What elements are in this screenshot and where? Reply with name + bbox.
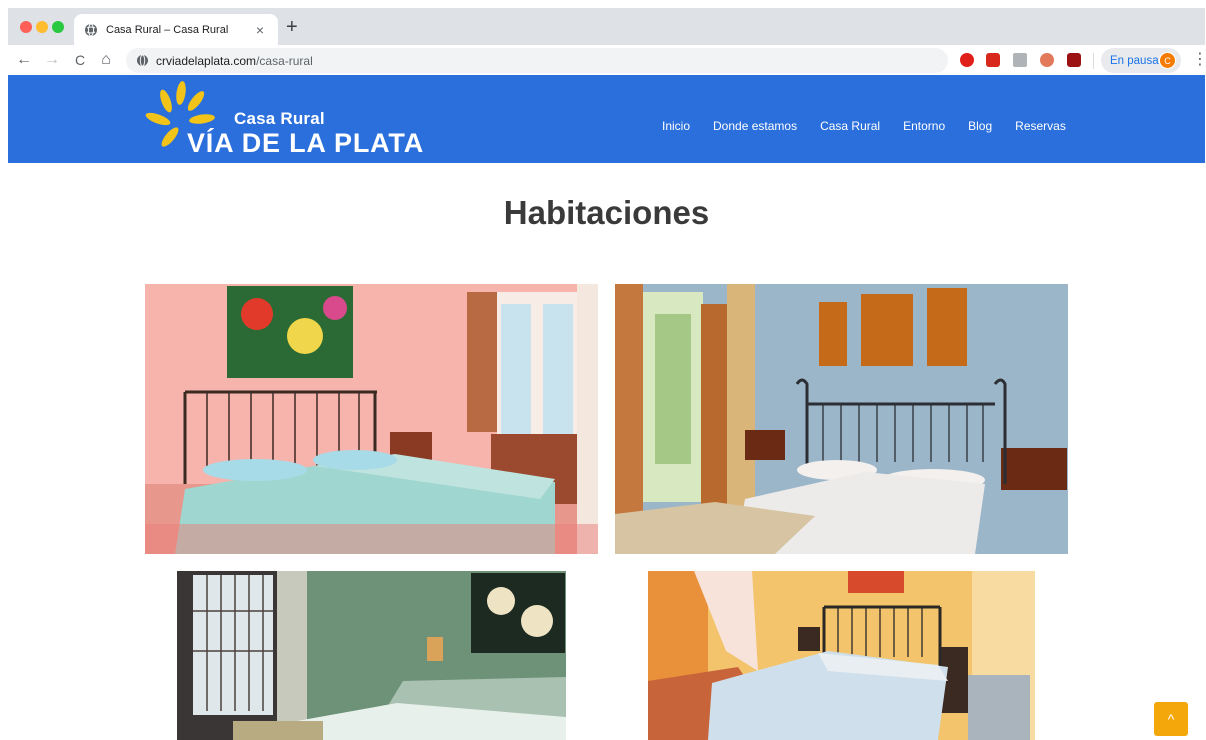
chevron-up-icon: ^ [1167, 711, 1175, 727]
room-photo-3[interactable] [177, 571, 566, 740]
scroll-to-top-button[interactable]: ^ [1154, 702, 1188, 736]
tab-title: Casa Rural – Casa Rural [106, 23, 229, 36]
site-nav: Inicio Donde estamos Casa Rural Entorno … [662, 119, 1066, 133]
browser-toolbar: ← → C ⌂ crviadelaplata.com/casa-rural En… [8, 45, 1205, 75]
url-path: /casa-rural [256, 53, 313, 68]
nav-entorno[interactable]: Entorno [903, 119, 945, 133]
bedroom-blue-image [615, 284, 1068, 554]
nav-donde-estamos[interactable]: Donde estamos [713, 119, 797, 133]
avatar: C [1159, 52, 1176, 69]
nav-blog[interactable]: Blog [968, 119, 992, 133]
nav-reservas[interactable]: Reservas [1015, 119, 1066, 133]
nav-inicio[interactable]: Inicio [662, 119, 690, 133]
nav-casa-rural[interactable]: Casa Rural [820, 119, 880, 133]
url-host: crviadelaplata.com [156, 53, 257, 68]
browser-menu-button[interactable]: ⋮ [1192, 51, 1205, 69]
logo-text-big: VÍA DE LA PLATA [187, 128, 424, 158]
tab-strip: Casa Rural – Casa Rural × + [8, 8, 1205, 45]
tab-close-button[interactable]: × [252, 22, 268, 38]
bedroom-yellow-image [648, 571, 1035, 740]
ublock-extension-icon[interactable] [1067, 53, 1081, 67]
maximize-window-button[interactable] [52, 21, 64, 33]
page-title: Habitaciones [503, 194, 710, 231]
opera-extension-icon[interactable] [960, 53, 974, 67]
home-button[interactable]: ⌂ [96, 49, 116, 71]
site-logo[interactable]: Casa Rural VÍA DE LA PLATA [144, 81, 423, 159]
close-window-button[interactable] [20, 21, 32, 33]
back-button[interactable]: ← [14, 49, 34, 71]
instagram-extension-icon[interactable] [1040, 53, 1054, 67]
address-bar[interactable]: crviadelaplata.com/casa-rural [126, 48, 948, 73]
sync-paused-button[interactable]: En pausa C [1101, 48, 1181, 73]
bedroom-pink-image [145, 284, 598, 554]
bedroom-green-image [177, 571, 566, 740]
room-photo-1[interactable] [145, 284, 598, 554]
browser-tab[interactable]: Casa Rural – Casa Rural × [74, 14, 278, 45]
minimize-window-button[interactable] [36, 21, 48, 33]
forward-button[interactable]: → [42, 49, 62, 71]
globe-icon [85, 23, 97, 36]
pause-label: En pausa [1110, 54, 1159, 67]
new-tab-button[interactable]: + [286, 17, 298, 37]
browser-window: Casa Rural – Casa Rural × + ← → C ⌂ crvi… [8, 8, 1205, 740]
adblock-extension-icon[interactable] [986, 53, 1000, 67]
room-photo-4[interactable] [648, 571, 1035, 740]
reload-button[interactable]: C [70, 49, 90, 71]
site-header: Casa Rural VÍA DE LA PLATA Inicio Donde … [8, 75, 1205, 163]
toolbar-divider [1093, 53, 1094, 69]
site-info-icon[interactable] [136, 54, 149, 67]
extension-icon[interactable] [1013, 53, 1027, 67]
room-photo-2[interactable] [615, 284, 1068, 554]
logo-text-small: Casa Rural [234, 109, 325, 128]
